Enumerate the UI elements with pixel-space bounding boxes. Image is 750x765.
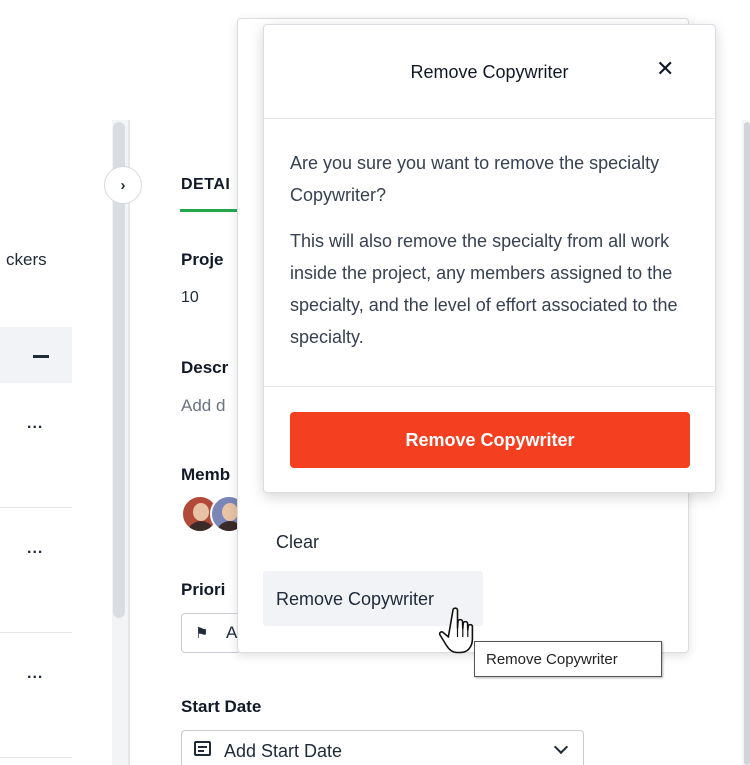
flag-icon: ⚑ — [195, 625, 209, 642]
row-divider — [0, 757, 72, 758]
row-menu-icon[interactable]: ... — [27, 666, 43, 682]
dropdown-clear-option[interactable]: Clear — [276, 532, 319, 553]
close-icon[interactable]: ✕ — [656, 58, 674, 80]
chevron-right-icon: › — [120, 176, 126, 194]
remove-specialty-modal: Remove Copywriter ✕ Are you sure you wan… — [263, 24, 716, 493]
project-value: 10 — [181, 289, 199, 306]
start-date-value: Add Start Date — [224, 741, 343, 761]
row-menu-icon[interactable]: ... — [27, 541, 43, 557]
tooltip: Remove Copywriter — [474, 641, 662, 677]
description-label: Descr — [181, 358, 229, 377]
priority-value: A — [226, 623, 238, 642]
remove-copywriter-button[interactable]: Remove Copywriter — [290, 412, 690, 468]
collapse-row-icon[interactable] — [33, 355, 49, 358]
chevron-down-icon — [553, 739, 569, 755]
avatar-face — [222, 503, 238, 521]
modal-body-question: Are you sure you want to remove the spec… — [290, 153, 660, 205]
priority-select[interactable]: ⚑ A — [181, 613, 241, 653]
modal-body-warning: This will also remove the specialty from… — [290, 231, 678, 347]
details-scrollbar[interactable] — [744, 122, 750, 765]
row-menu-icon[interactable]: ... — [27, 416, 43, 432]
project-label: Proje — [181, 250, 224, 269]
tab-details[interactable]: DETAI — [181, 176, 230, 194]
calendar-icon — [194, 741, 211, 756]
modal-divider — [264, 386, 715, 387]
row-divider — [0, 632, 72, 633]
panel-toggle-button[interactable]: › — [104, 166, 142, 204]
left-panel — [0, 120, 112, 765]
priority-label: Priori — [181, 580, 226, 599]
row-divider — [0, 507, 72, 508]
dropdown-remove-label: Remove Copywriter — [276, 589, 435, 609]
modal-body: Are you sure you want to remove the spec… — [290, 147, 690, 367]
active-tab-indicator — [180, 209, 240, 212]
start-date-select[interactable]: Add Start Date — [181, 730, 584, 765]
start-date-label: Start Date — [181, 697, 262, 716]
description-input[interactable]: Add d — [181, 396, 225, 416]
modal-header: Remove Copywriter ✕ — [264, 25, 715, 119]
avatar-face — [193, 503, 209, 521]
modal-title: Remove Copywriter — [410, 62, 569, 82]
members-label: Memb — [181, 465, 231, 484]
left-panel-column-header: ckers — [6, 250, 47, 269]
